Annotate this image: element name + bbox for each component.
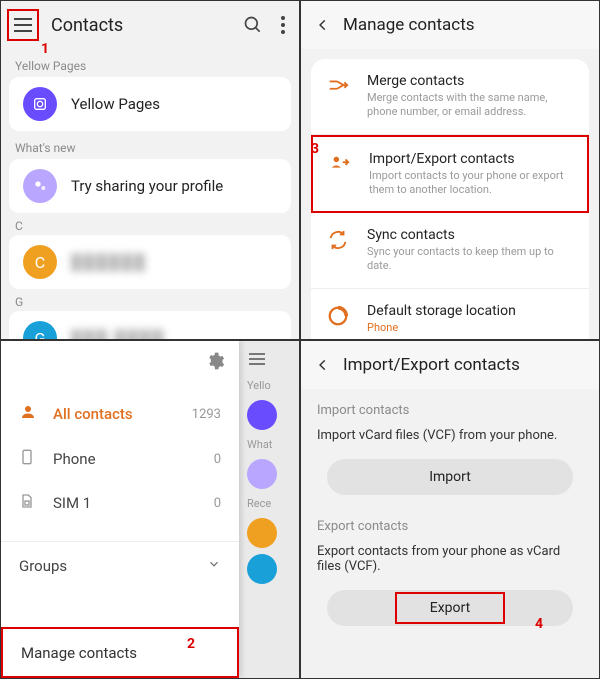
page-title: Import/Export contacts — [343, 355, 520, 375]
bg-avatar — [247, 459, 277, 489]
item-label: SIM 1 — [53, 494, 214, 512]
bg-avatar — [247, 554, 277, 584]
default-storage-item[interactable]: Default storage location Phone — [311, 289, 589, 340]
contact-row[interactable]: G ███ ████ — [9, 311, 291, 340]
phone-item[interactable]: Phone 0 — [1, 437, 239, 481]
import-export-icon — [329, 153, 355, 198]
manage-contacts-item[interactable]: Manage contacts — [1, 627, 239, 678]
manage-label: Manage contacts — [21, 644, 137, 662]
groups-item[interactable]: Groups — [1, 541, 239, 589]
item-label: Yellow Pages — [71, 95, 160, 113]
item-subtitle: Import contacts to your phone or export … — [369, 169, 571, 198]
import-export-header: Import/Export contacts — [301, 341, 599, 389]
import-export-item[interactable]: Import/Export contacts Import contacts t… — [311, 135, 589, 214]
merge-contacts-item[interactable]: Merge contacts Merge contacts with the s… — [311, 59, 589, 135]
annotation-2: 2 — [187, 636, 195, 652]
item-label: Try sharing your profile — [71, 177, 223, 195]
back-icon[interactable] — [311, 353, 335, 377]
manage-options-card: Merge contacts Merge contacts with the s… — [311, 59, 589, 340]
bg-label: Yello — [239, 377, 299, 394]
back-icon[interactable] — [311, 13, 335, 37]
section-whats-new: What's new — [1, 131, 299, 159]
item-label: Phone — [53, 450, 214, 468]
yellow-pages-item[interactable]: Yellow Pages — [9, 77, 291, 131]
sim-icon — [19, 493, 39, 513]
import-section-label: Import contacts — [301, 389, 599, 424]
chevron-down-icon — [207, 556, 221, 575]
item-subtitle: Sync your contacts to keep them up to da… — [367, 245, 573, 274]
drawer-screen: Yello What Rece All contacts 1293 — [0, 340, 300, 679]
export-section-label: Export contacts — [301, 505, 599, 540]
item-count: 1293 — [192, 407, 221, 422]
sync-icon — [327, 229, 353, 274]
menu-icon[interactable] — [7, 9, 39, 41]
index-c: C — [1, 213, 299, 235]
manage-header: Manage contacts — [301, 1, 599, 49]
profile-icon — [23, 169, 57, 203]
button-label: Import — [429, 469, 471, 485]
settings-icon[interactable] — [205, 351, 225, 375]
item-title: Default storage location — [367, 303, 573, 319]
manage-contacts-screen: Manage contacts 3 Merge contacts Merge c… — [300, 0, 600, 340]
page-title: Contacts — [51, 15, 243, 36]
item-subtitle: Phone — [367, 321, 573, 335]
bg-avatar — [247, 400, 277, 430]
phone-icon — [19, 449, 39, 469]
item-title: Merge contacts — [367, 73, 573, 89]
contacts-screen: Contacts 1 Yellow Pages Yellow Pages Wha… — [0, 0, 300, 340]
item-label: All contacts — [53, 405, 192, 423]
background-list: Yello What Rece — [239, 341, 299, 678]
share-profile-item[interactable]: Try sharing your profile — [9, 159, 291, 213]
index-g: G — [1, 289, 299, 311]
item-title: Import/Export contacts — [369, 151, 571, 167]
contact-avatar: G — [23, 321, 57, 340]
page-title: Manage contacts — [343, 15, 475, 35]
yellow-pages-icon — [23, 87, 57, 121]
sync-contacts-item[interactable]: Sync contacts Sync your contacts to keep… — [311, 213, 589, 289]
contact-row[interactable]: C ██████ — [9, 235, 291, 289]
contact-avatar: C — [23, 245, 57, 279]
bg-label: Rece — [239, 495, 299, 512]
item-title: Sync contacts — [367, 227, 573, 243]
highlight-box — [395, 592, 505, 624]
merge-icon — [327, 75, 353, 120]
groups-label: Groups — [19, 557, 67, 575]
bg-avatar — [247, 518, 277, 548]
person-icon — [19, 403, 39, 425]
item-count: 0 — [214, 496, 221, 511]
item-subtitle: Merge contacts with the same name, phone… — [367, 91, 573, 120]
import-button[interactable]: Import — [327, 459, 573, 495]
import-description: Import vCard files (VCF) from your phone… — [301, 424, 599, 453]
annotation-1: 1 — [41, 41, 49, 57]
annotation-3: 3 — [311, 141, 319, 157]
menu-icon[interactable] — [239, 341, 299, 377]
nav-drawer: All contacts 1293 Phone 0 SIM 1 0 Groups — [1, 341, 239, 678]
bg-label: What — [239, 436, 299, 453]
more-icon[interactable] — [281, 16, 285, 34]
all-contacts-item[interactable]: All contacts 1293 — [1, 391, 239, 437]
storage-icon — [327, 305, 353, 335]
export-description: Export contacts from your phone as vCard… — [301, 540, 599, 584]
contact-name: ███ ████ — [71, 329, 165, 340]
contact-name: ██████ — [71, 253, 147, 271]
item-count: 0 — [214, 452, 221, 467]
import-export-screen: Import/Export contacts Import contacts I… — [300, 340, 600, 679]
search-icon[interactable] — [243, 15, 263, 35]
annotation-4: 4 — [535, 616, 543, 632]
sim-item[interactable]: SIM 1 0 — [1, 481, 239, 525]
